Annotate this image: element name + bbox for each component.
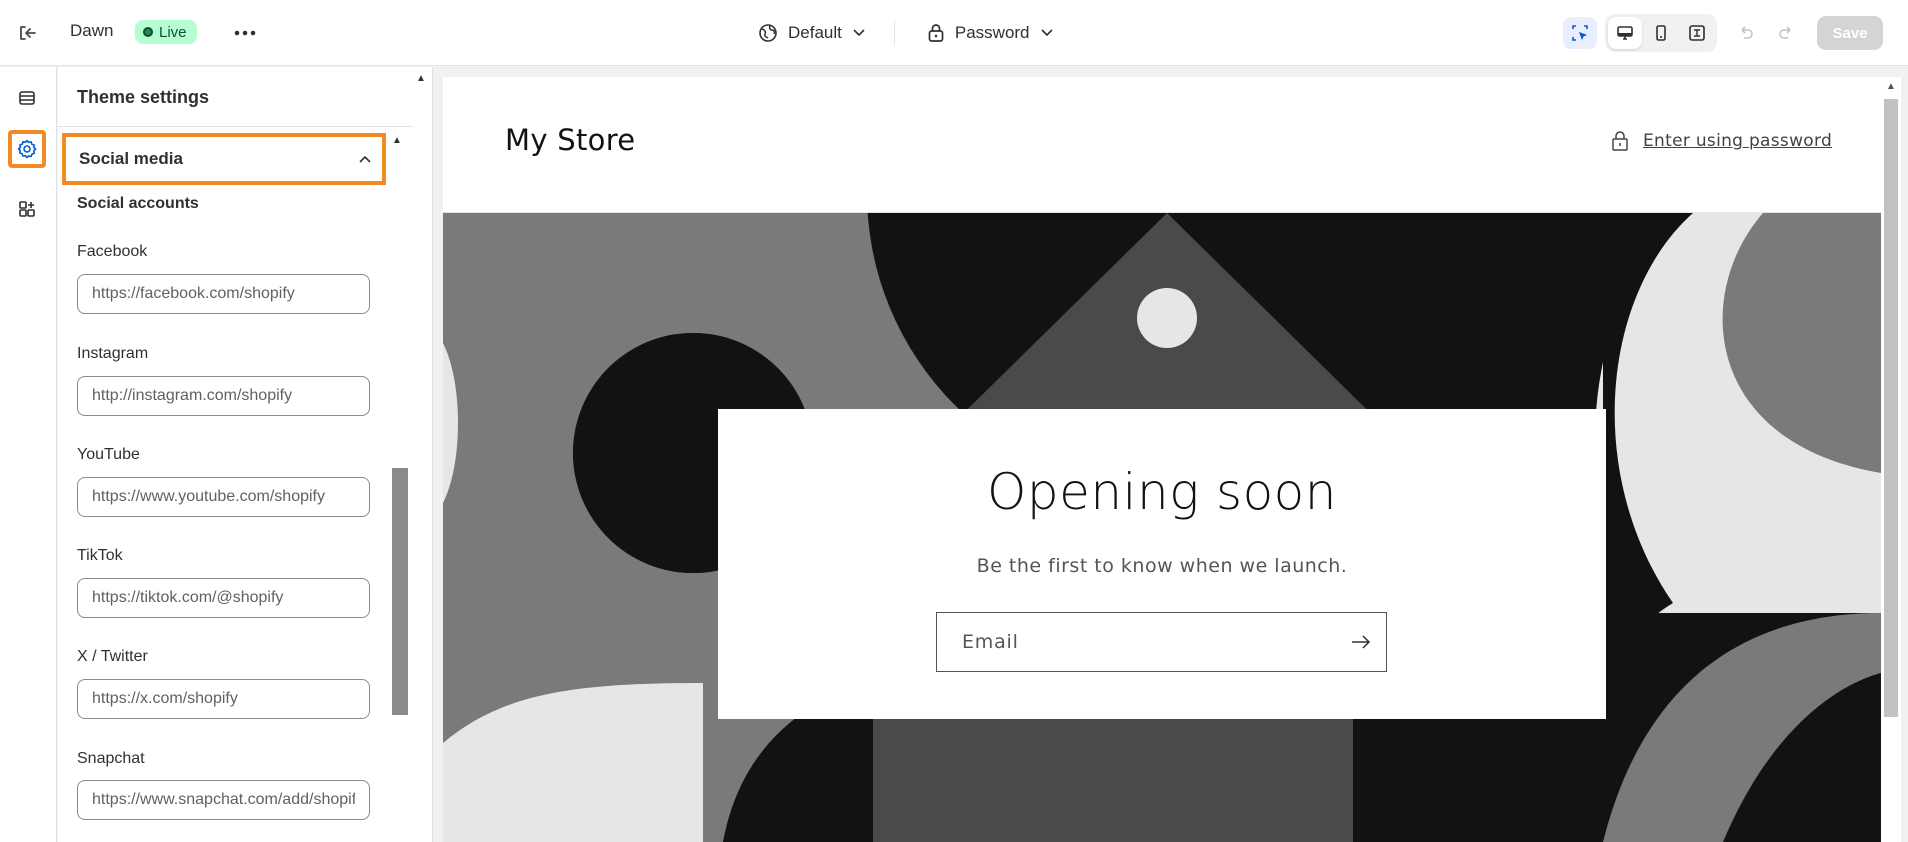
- fullscreen-icon: [1689, 25, 1705, 41]
- fullscreen-button[interactable]: [1680, 17, 1714, 49]
- facebook-label: Facebook: [77, 243, 148, 260]
- enter-password-label: Enter using password: [1643, 131, 1833, 151]
- panel-scrollbar[interactable]: [392, 468, 408, 715]
- template-controls: Default Password: [752, 17, 1060, 49]
- page-selector[interactable]: Password: [921, 23, 1060, 43]
- undo-button[interactable]: [1729, 17, 1763, 49]
- redo-icon: [1779, 26, 1791, 39]
- scroll-up-icon[interactable]: ▲: [416, 73, 426, 84]
- viewport-toggle: [1605, 14, 1717, 52]
- globe-icon: [759, 24, 777, 42]
- lock-icon: [928, 24, 944, 42]
- snapchat-field[interactable]: [77, 780, 370, 820]
- youtube-field[interactable]: [77, 477, 370, 517]
- exit-icon: [20, 26, 36, 40]
- exit-button[interactable]: [12, 18, 42, 48]
- tiktok-label: TikTok: [77, 547, 123, 564]
- arrow-right-icon[interactable]: [1350, 634, 1372, 650]
- selection-icon: [1572, 25, 1588, 41]
- section-title: Social media: [79, 149, 183, 168]
- chevron-up-icon: [359, 155, 371, 163]
- undo-icon: [1741, 26, 1753, 39]
- more-horizontal-icon: [234, 30, 256, 36]
- preview-scrollbar[interactable]: ▲: [1881, 77, 1901, 842]
- email-input[interactable]: [962, 631, 1322, 653]
- theme-name: Dawn: [70, 21, 114, 40]
- sections-icon: [19, 91, 35, 105]
- theme-settings-button[interactable]: [8, 130, 46, 168]
- desktop-view-button[interactable]: [1608, 17, 1642, 49]
- tiktok-field[interactable]: [77, 578, 370, 618]
- scroll-up-icon[interactable]: ▲: [392, 135, 402, 146]
- twitter-label: X / Twitter: [77, 648, 148, 665]
- sections-button[interactable]: [8, 79, 46, 117]
- email-signup-field: [936, 612, 1387, 672]
- desktop-icon: [1617, 26, 1633, 40]
- store-name[interactable]: My Store: [505, 123, 635, 157]
- youtube-label: YouTube: [77, 446, 140, 463]
- store-preview: My Store Enter using password Opening so…: [443, 77, 1881, 842]
- top-bar: Dawn Live Default Password Save: [0, 0, 1908, 66]
- chevron-down-icon: [853, 29, 865, 37]
- sidebar-rail: [0, 67, 57, 842]
- status-badge: Live: [135, 20, 197, 44]
- toolbar-right: Save: [1563, 14, 1883, 52]
- settings-panel: Theme settings ▲ ▲ Social media Social a…: [58, 67, 433, 842]
- enter-password-link[interactable]: Enter using password: [1611, 130, 1832, 152]
- redo-button[interactable]: [1769, 17, 1803, 49]
- live-dot-icon: [143, 27, 153, 37]
- panel-title: Theme settings: [77, 87, 210, 107]
- scroll-up-icon[interactable]: ▲: [1886, 81, 1896, 92]
- apps-icon: [19, 201, 35, 217]
- facebook-field[interactable]: [77, 274, 370, 314]
- mobile-view-button[interactable]: [1644, 17, 1678, 49]
- inspector-button[interactable]: [1563, 17, 1597, 49]
- lock-icon: [1612, 131, 1628, 151]
- page-label: Password: [954, 23, 1030, 42]
- template-selector[interactable]: Default: [752, 23, 872, 43]
- social-accounts-heading: Social accounts: [77, 195, 199, 212]
- template-label: Default: [788, 23, 842, 42]
- status-label: Live: [159, 23, 187, 41]
- chevron-down-icon: [1040, 29, 1053, 37]
- preview-scroll-thumb[interactable]: [1884, 99, 1898, 717]
- mobile-icon: [1656, 25, 1666, 41]
- more-actions-button[interactable]: [230, 18, 260, 48]
- instagram-field[interactable]: [77, 376, 370, 416]
- twitter-field[interactable]: [77, 679, 370, 719]
- gear-icon: [17, 139, 37, 159]
- save-button[interactable]: Save: [1817, 16, 1883, 50]
- history-controls: [1729, 17, 1803, 49]
- social-media-section-header[interactable]: Social media: [62, 133, 386, 185]
- hero-subtitle: Be the first to know when we launch.: [976, 555, 1348, 577]
- password-card: Opening soon Be the first to know when w…: [718, 409, 1606, 719]
- divider: [58, 126, 413, 127]
- instagram-label: Instagram: [77, 345, 149, 362]
- divider: [893, 21, 895, 45]
- apps-button[interactable]: [8, 190, 46, 228]
- snapchat-label: Snapchat: [77, 750, 145, 767]
- hero-title: Opening soon: [987, 463, 1337, 521]
